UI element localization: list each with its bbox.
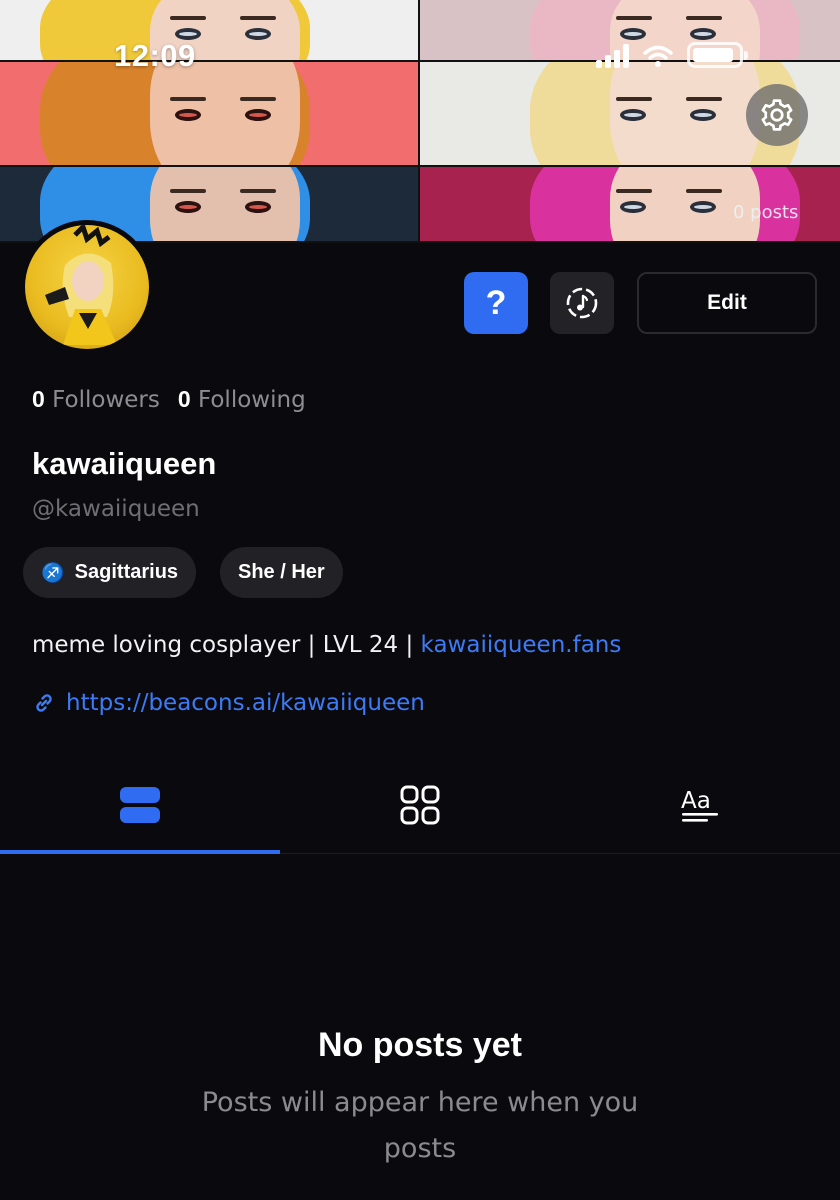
gear-icon — [761, 99, 793, 131]
following-label: Following — [197, 387, 306, 413]
banner-photo — [0, 0, 418, 60]
display-name: kawaiiqueen — [32, 446, 217, 481]
help-button[interactable]: ? — [464, 272, 528, 334]
bio: meme loving cosplayer | LVL 24 | kawaiiq… — [32, 632, 621, 658]
banner-photo — [0, 62, 418, 165]
zodiac-label: Sagittarius — [74, 561, 179, 583]
profile-tabs: Aa — [0, 756, 840, 854]
grid-view-icon — [400, 785, 440, 825]
followers-stat[interactable]: 0 Followers — [32, 386, 160, 413]
link-icon — [36, 694, 52, 712]
wifi-icon — [643, 45, 673, 67]
followers-label: Followers — [52, 387, 160, 413]
post-count-label: 0 posts — [733, 202, 799, 223]
following-stat[interactable]: 0 Following — [178, 386, 306, 413]
list-view-icon — [120, 787, 160, 823]
empty-state-description: Posts will appear here when you posts — [201, 1087, 639, 1164]
avatar[interactable] — [20, 220, 154, 354]
status-icons — [596, 42, 748, 68]
bio-text: meme loving cosplayer | LVL 24 | — [32, 632, 421, 658]
music-disc-icon — [566, 287, 598, 319]
follow-stats: 0 Followers 0 Following — [32, 386, 306, 413]
tab-grid-view[interactable] — [280, 756, 560, 854]
cellular-signal-icon — [596, 44, 629, 68]
following-count: 0 — [177, 386, 191, 412]
zodiac-tag[interactable]: ♐ Sagittarius — [23, 547, 197, 598]
pronouns-label: She / Her — [238, 561, 325, 583]
profile-banner: 12:09 0 posts — [0, 0, 840, 243]
status-time: 12:09 — [114, 38, 196, 73]
website-link[interactable]: https://beacons.ai/kawaiiqueen — [32, 690, 425, 716]
settings-button[interactable] — [746, 84, 808, 146]
svg-text:Aa: Aa — [681, 788, 711, 814]
followers-count: 0 — [32, 386, 45, 412]
active-tab-indicator — [0, 850, 280, 854]
battery-icon — [687, 42, 748, 68]
sagittarius-icon: ♐ — [41, 562, 65, 584]
text-posts-icon: Aa — [681, 788, 718, 822]
empty-state-title: No posts yet — [317, 1026, 523, 1064]
pronouns-tag[interactable]: She / Her — [220, 547, 343, 598]
tab-text-posts[interactable]: Aa — [560, 756, 840, 854]
avatar-image — [25, 225, 149, 349]
edit-profile-button[interactable]: Edit — [637, 272, 817, 334]
tab-list-view[interactable] — [0, 756, 280, 854]
profile-music-button[interactable] — [550, 272, 614, 334]
bio-link[interactable]: kawaiiqueen.fans — [421, 632, 622, 658]
username-handle: @kawaiiqueen — [32, 496, 200, 522]
website-url: https://beacons.ai/kawaiiqueen — [66, 690, 425, 716]
